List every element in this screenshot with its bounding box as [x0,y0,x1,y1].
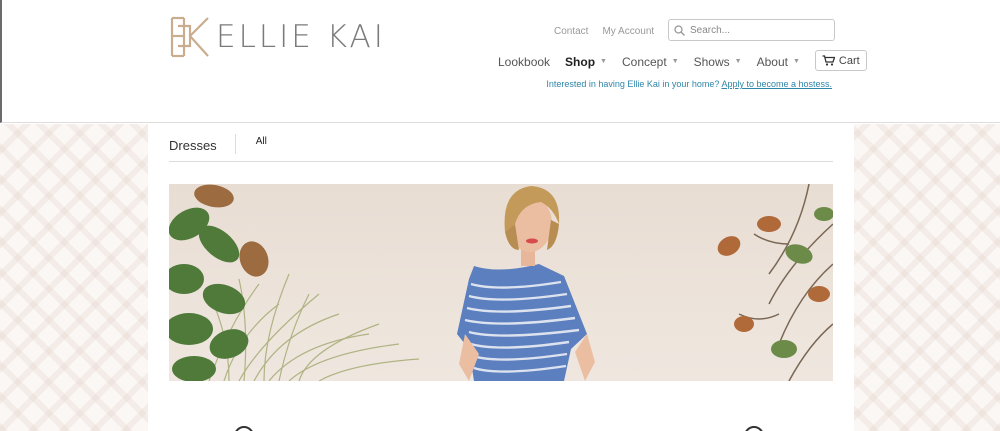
nav-shows[interactable]: Shows ▼ [694,55,742,69]
nav-label: About [756,54,788,69]
banner-photo [169,184,833,381]
cart-button[interactable]: Cart [814,50,867,71]
site-header: ELLIE KAI Contact My Account Lookbook Sh… [0,0,1000,123]
hostess-promo: Interested in having Ellie Kai in your h… [546,79,832,89]
nav-label: Shop [565,54,596,69]
main-content: Dresses All [148,124,854,431]
my-account-link[interactable]: My Account [602,26,654,37]
brand-name: ELLIE KAI [216,19,386,55]
utility-links: Contact My Account [554,26,654,37]
nav-label: Lookbook [498,54,551,69]
collection-header: Dresses All [169,134,833,162]
main-nav: Lookbook Shop ▼ Concept ▼ Shows ▼ About ▼ Ca… [498,50,867,71]
search-input[interactable] [690,24,820,36]
contact-link[interactable]: Contact [554,26,588,37]
collection-banner [169,184,833,381]
nav-about[interactable]: About ▼ [757,55,800,69]
brand-logo[interactable]: ELLIE KAI [170,16,386,58]
chevron-down-icon: ▼ [600,58,607,65]
cart-icon [822,55,835,66]
chevron-down-icon: ▼ [734,58,742,65]
nav-label: Concept [621,54,667,69]
apply-hostess-link[interactable]: Apply to become a hostess. [721,79,832,89]
filter-all-link[interactable]: All [256,134,267,147]
nav-label: Shows [693,54,730,69]
search-box[interactable] [668,19,835,41]
ek-monogram-icon [170,16,209,58]
search-icon [674,24,685,36]
nav-lookbook[interactable]: Lookbook [498,55,550,69]
chevron-down-icon: ▼ [792,58,800,65]
nav-concept[interactable]: Concept ▼ [622,55,679,69]
collection-title: Dresses [169,134,236,154]
cart-label: Cart [838,54,860,67]
promo-text: Interested in having Ellie Kai in your h… [546,79,720,89]
nav-shop[interactable]: Shop ▼ [565,55,607,69]
chevron-down-icon: ▼ [671,58,679,65]
